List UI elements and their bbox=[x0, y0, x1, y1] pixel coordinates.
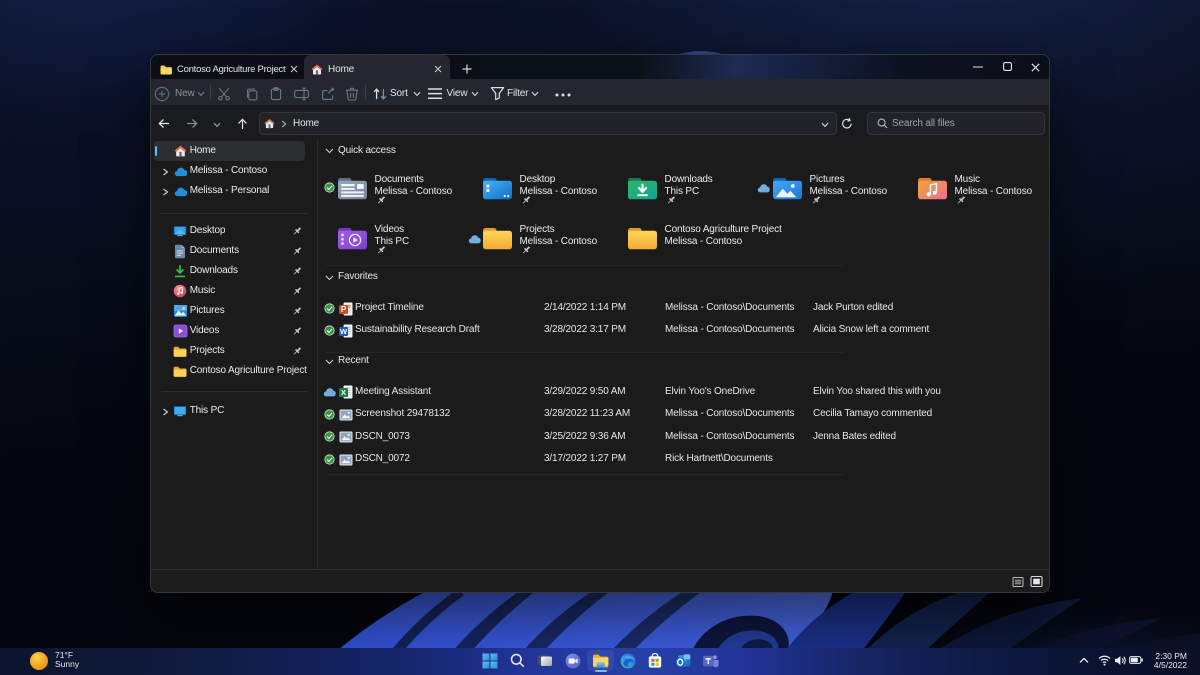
svg-text:P: P bbox=[341, 305, 347, 314]
svg-text:X: X bbox=[341, 388, 346, 397]
svg-text:W: W bbox=[340, 327, 348, 336]
